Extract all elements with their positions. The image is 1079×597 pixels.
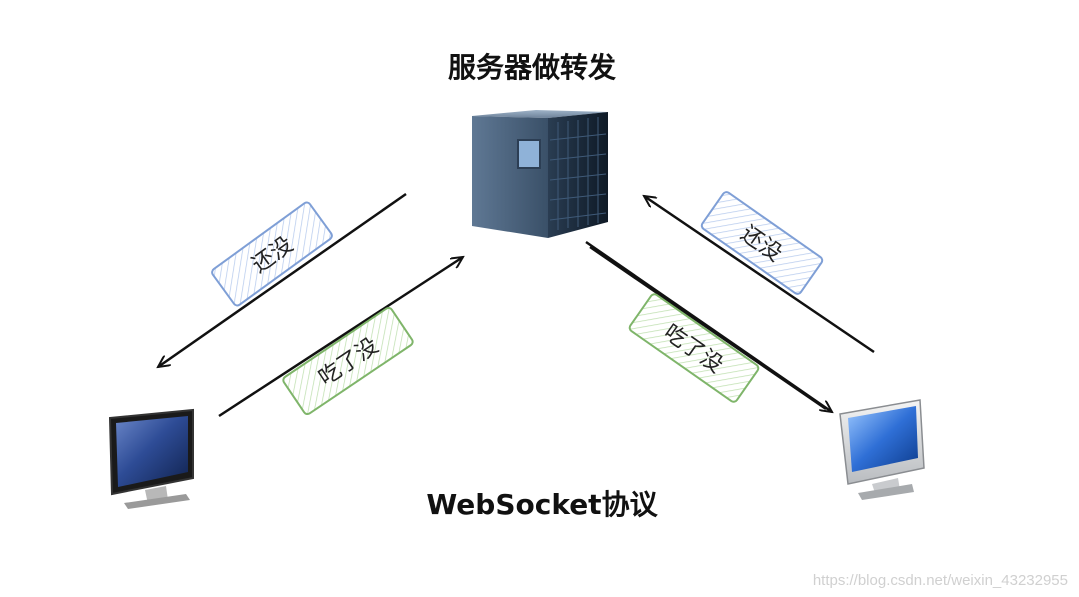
edge-label-right-to-server: 还没 [700, 191, 824, 295]
edge-label-server-to-left: 还没 [211, 201, 333, 307]
watermark: https://blog.csdn.net/weixin_43232955 [813, 572, 1068, 589]
monitor-icon [108, 408, 194, 509]
websocket-diagram: 服务器做转发 还没 吃了没 吃了没 还没 WebSocket协议 https:/… [108, 51, 1068, 589]
diagram-subtitle: WebSocket协议 [426, 488, 658, 521]
imac-monitor-icon [839, 399, 925, 500]
server-rack-icon [472, 110, 608, 238]
diagram-title: 服务器做转发 [448, 51, 616, 84]
